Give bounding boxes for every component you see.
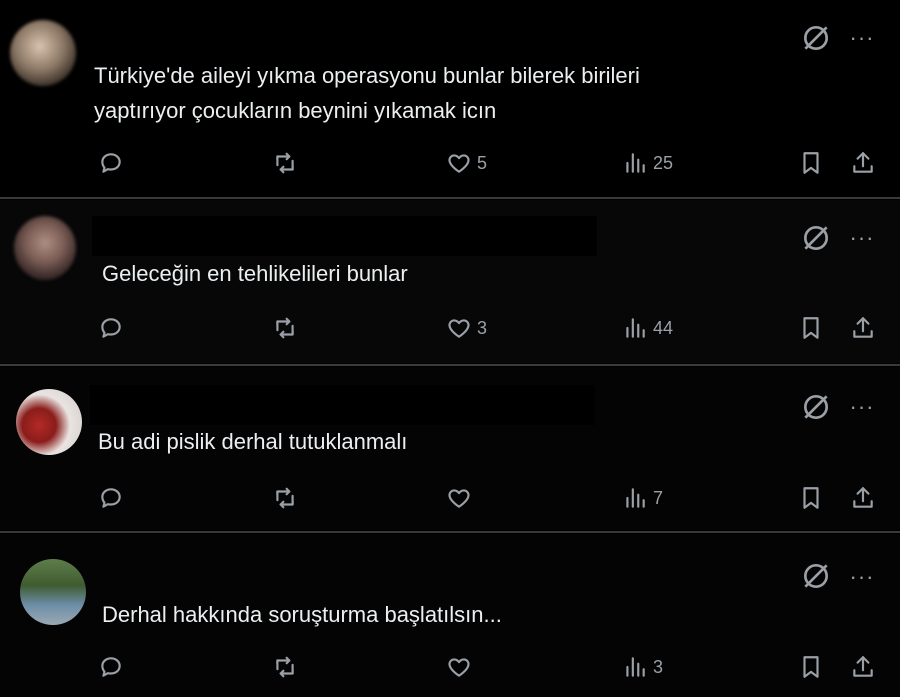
grok-icon[interactable] xyxy=(800,560,832,592)
share-button[interactable] xyxy=(850,147,876,179)
views-icon xyxy=(626,153,645,173)
redacted-username xyxy=(90,385,595,425)
retweet-button[interactable] xyxy=(272,312,298,344)
bookmark-icon xyxy=(803,152,819,174)
bookmark-button[interactable] xyxy=(798,651,824,683)
like-button[interactable] xyxy=(446,482,472,514)
retweet-icon xyxy=(276,487,294,509)
like-button[interactable]: 5 xyxy=(446,147,487,179)
action-bar: 7 xyxy=(0,482,900,514)
reply-item[interactable]: ··· Derhal hakkında soruşturma başlatıls… xyxy=(0,534,900,697)
bookmark-icon xyxy=(803,317,819,339)
views-icon xyxy=(626,657,645,677)
reply-text: Türkiye'de aileyi yıkma operasyonu bunla… xyxy=(94,58,640,128)
reply-text-line: Geleceğin en tehlikelileri bunlar xyxy=(102,261,408,286)
avatar[interactable] xyxy=(20,559,86,625)
divider xyxy=(0,197,900,199)
bookmark-button[interactable] xyxy=(798,482,824,514)
share-button[interactable] xyxy=(850,651,876,683)
bookmark-icon xyxy=(803,656,819,678)
views-icon xyxy=(626,318,645,338)
more-icon[interactable]: ··· xyxy=(844,566,880,588)
views-count: 3 xyxy=(653,656,664,677)
reply-icon xyxy=(101,153,121,173)
more-icon[interactable]: ··· xyxy=(844,27,880,49)
reply-icon xyxy=(101,488,121,508)
heart-icon xyxy=(448,319,470,338)
views-count: 44 xyxy=(653,317,674,338)
share-button[interactable] xyxy=(850,482,876,514)
reply-text: Bu adi pislik derhal tutuklanmalı xyxy=(98,424,407,459)
bookmark-button[interactable] xyxy=(798,312,824,344)
action-bar: 3 44 xyxy=(0,312,900,344)
avatar[interactable] xyxy=(14,216,76,280)
reply-text: Derhal hakkında soruşturma başlatılsın..… xyxy=(102,597,502,632)
retweet-button[interactable] xyxy=(272,147,298,179)
grok-icon[interactable] xyxy=(800,391,832,423)
heart-icon xyxy=(448,658,470,677)
reply-icon xyxy=(101,657,121,677)
views-icon xyxy=(626,488,645,508)
share-icon xyxy=(853,656,873,677)
reply-button[interactable] xyxy=(98,147,124,179)
reply-item[interactable]: ··· Geleceğin en tehlikelileri bunlar 3 … xyxy=(0,200,900,363)
views-count: 7 xyxy=(653,487,664,508)
divider xyxy=(0,364,900,366)
like-count: 3 xyxy=(477,317,488,338)
grok-icon[interactable] xyxy=(800,22,832,54)
reply-item[interactable]: ··· Bu adi pislik derhal tutuklanmalı 7 xyxy=(0,367,900,530)
reply-button[interactable] xyxy=(98,482,124,514)
retweet-button[interactable] xyxy=(272,651,298,683)
action-bar: 3 xyxy=(0,651,900,683)
like-button[interactable]: 3 xyxy=(446,312,487,344)
views-button[interactable]: 3 xyxy=(622,651,663,683)
share-icon xyxy=(853,487,873,508)
bookmark-button[interactable] xyxy=(798,147,824,179)
replies-feed: ··· Türkiye'de aileyi yıkma operasyonu b… xyxy=(0,0,900,697)
action-bar: 5 25 xyxy=(0,147,900,179)
avatar[interactable] xyxy=(16,389,82,455)
retweet-icon xyxy=(276,152,294,174)
like-count: 5 xyxy=(477,152,488,173)
divider xyxy=(0,531,900,533)
reply-item[interactable]: ··· Türkiye'de aileyi yıkma operasyonu b… xyxy=(0,0,900,197)
redacted-username xyxy=(92,216,597,256)
reply-button[interactable] xyxy=(98,312,124,344)
more-icon[interactable]: ··· xyxy=(844,396,880,418)
views-button[interactable]: 7 xyxy=(622,482,663,514)
views-button[interactable]: 44 xyxy=(622,312,673,344)
views-button[interactable]: 25 xyxy=(622,147,673,179)
avatar[interactable] xyxy=(10,20,76,86)
retweet-button[interactable] xyxy=(272,482,298,514)
views-count: 25 xyxy=(653,152,674,173)
grok-icon[interactable] xyxy=(800,222,832,254)
reply-text-line: Derhal hakkında soruşturma başlatılsın..… xyxy=(102,602,502,627)
more-icon[interactable]: ··· xyxy=(844,227,880,249)
share-icon xyxy=(853,152,873,173)
retweet-icon xyxy=(276,317,294,339)
like-button[interactable] xyxy=(446,651,472,683)
share-button[interactable] xyxy=(850,312,876,344)
reply-icon xyxy=(101,318,121,338)
reply-button[interactable] xyxy=(98,651,124,683)
reply-text-line: yaptırıyor çocukların beynini yıkamak ic… xyxy=(94,98,497,123)
reply-text: Geleceğin en tehlikelileri bunlar xyxy=(102,256,408,291)
share-icon xyxy=(853,317,873,338)
bookmark-icon xyxy=(803,487,819,509)
reply-text-line: Türkiye'de aileyi yıkma operasyonu bunla… xyxy=(94,63,640,88)
heart-icon xyxy=(448,489,470,508)
heart-icon xyxy=(448,154,470,173)
retweet-icon xyxy=(276,656,294,678)
reply-text-line: Bu adi pislik derhal tutuklanmalı xyxy=(98,429,408,454)
